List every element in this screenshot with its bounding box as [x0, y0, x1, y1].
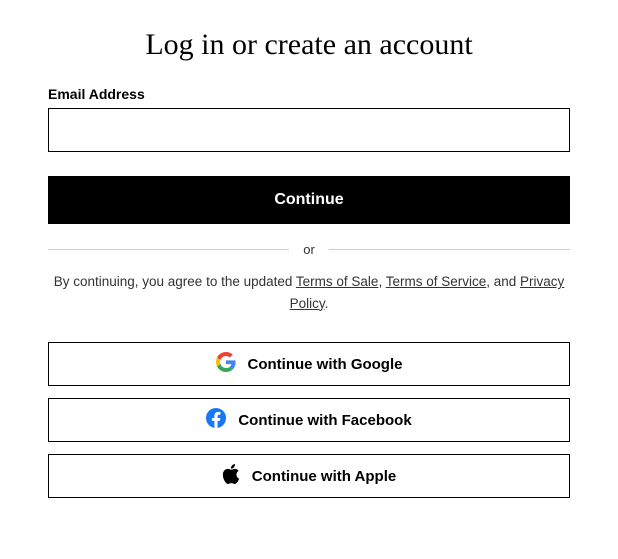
continue-with-facebook-button[interactable]: Continue with Facebook [48, 398, 570, 442]
continue-with-google-button[interactable]: Continue with Google [48, 342, 570, 386]
terms-of-service-link[interactable]: Terms of Service [386, 274, 487, 289]
facebook-icon [206, 408, 226, 432]
email-label: Email Address [48, 86, 570, 102]
page-title: Log in or create an account [48, 28, 570, 62]
google-button-label: Continue with Google [248, 356, 403, 373]
email-input[interactable] [48, 108, 570, 152]
terms-of-sale-link[interactable]: Terms of Sale [296, 274, 379, 289]
continue-with-apple-button[interactable]: Continue with Apple [48, 454, 570, 498]
login-container: Log in or create an account Email Addres… [48, 28, 570, 498]
terms-prefix: By continuing, you agree to the updated [54, 274, 296, 289]
terms-sep1: , [378, 274, 385, 289]
divider-text: or [289, 242, 329, 257]
terms-suffix: . [325, 296, 329, 311]
divider-line-left [48, 249, 289, 250]
continue-button[interactable]: Continue [48, 176, 570, 224]
facebook-button-label: Continue with Facebook [238, 412, 411, 429]
divider-line-right [329, 249, 570, 250]
google-icon [216, 352, 236, 376]
apple-icon [222, 464, 240, 488]
apple-button-label: Continue with Apple [252, 468, 396, 485]
terms-sep2: , and [486, 274, 520, 289]
divider: or [48, 242, 570, 257]
terms-text: By continuing, you agree to the updated … [48, 271, 570, 314]
